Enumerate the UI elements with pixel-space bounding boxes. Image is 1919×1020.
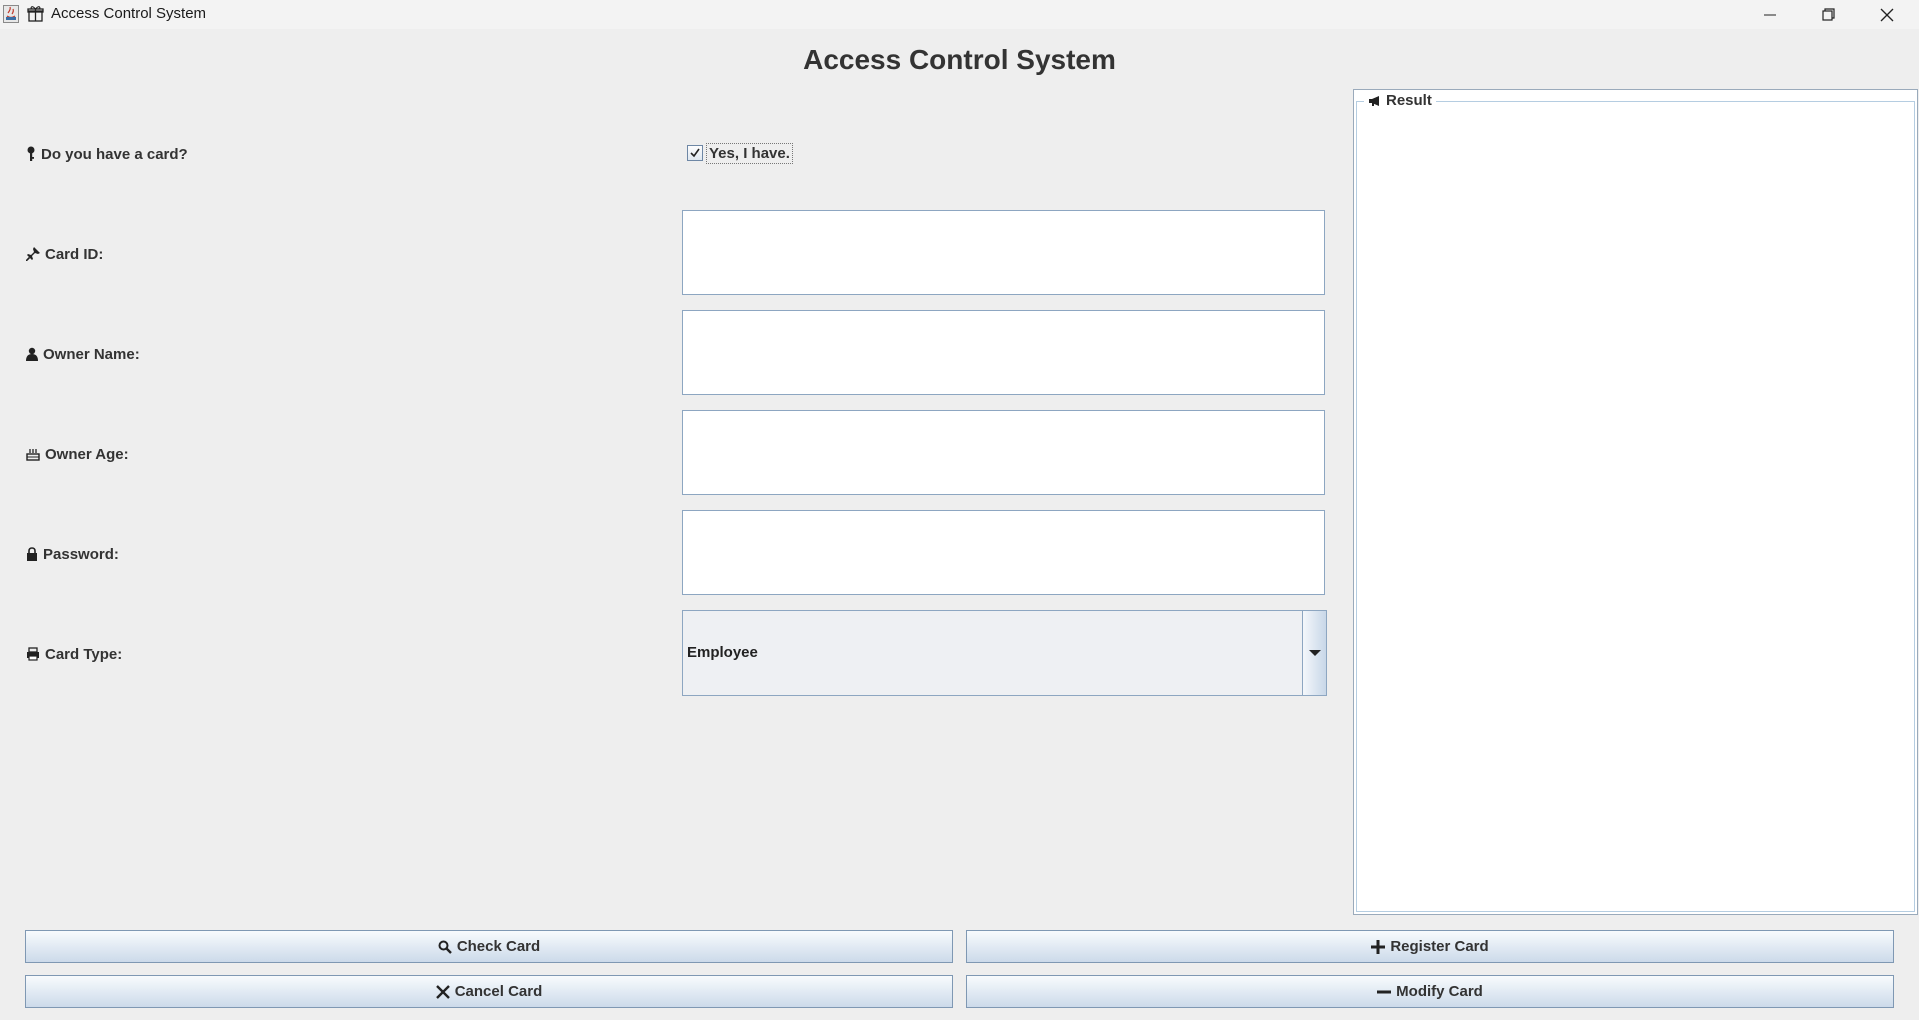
- minus-icon: [1377, 990, 1392, 993]
- pin-icon: [26, 247, 40, 261]
- lock-icon: [27, 547, 37, 561]
- card-type-label-text: Card Type:: [45, 645, 123, 663]
- result-title-text: Result: [1386, 92, 1432, 109]
- register-card-label: Register Card: [1390, 938, 1489, 955]
- restore-icon: [1821, 8, 1835, 21]
- check-card-button[interactable]: Check Card: [25, 930, 953, 963]
- card-type-select[interactable]: Employee: [682, 610, 1327, 696]
- key-icon: [27, 146, 35, 161]
- cancel-card-button[interactable]: Cancel Card: [25, 975, 953, 1008]
- owner-name-input[interactable]: [682, 310, 1325, 395]
- card-id-label: Card ID:: [26, 244, 103, 264]
- megaphone-icon: [1369, 95, 1379, 106]
- restore-button[interactable]: [1799, 0, 1857, 29]
- x-icon: [435, 984, 450, 999]
- owner-age-label-text: Owner Age:: [45, 445, 129, 463]
- has-card-label-text: Do you have a card?: [41, 145, 188, 163]
- window-titlebar[interactable]: Access Control System: [0, 0, 1919, 29]
- plus-icon: [1371, 939, 1386, 954]
- has-card-checkbox-label[interactable]: Yes, I have.: [706, 143, 793, 164]
- owner-name-label-text: Owner Name:: [43, 345, 140, 363]
- result-panel-title: Result: [1364, 92, 1436, 109]
- search-icon: [438, 940, 452, 954]
- card-type-label: Card Type:: [26, 644, 122, 664]
- modify-card-label: Modify Card: [1396, 983, 1483, 1000]
- checkmark-icon: [690, 148, 700, 158]
- java-app-icon: [3, 5, 19, 23]
- has-card-checkbox[interactable]: [687, 145, 703, 161]
- cancel-card-label: Cancel Card: [454, 983, 543, 1000]
- password-label: Password:: [26, 544, 119, 564]
- register-card-button[interactable]: Register Card: [966, 930, 1894, 963]
- owner-age-label: Owner Age:: [26, 444, 129, 464]
- minimize-button[interactable]: [1741, 0, 1799, 29]
- minimize-icon: [1764, 14, 1776, 15]
- page-title: Access Control System: [803, 44, 1116, 75]
- gift-icon: [27, 5, 45, 23]
- card-type-selected-value: Employee: [687, 644, 758, 661]
- result-panel: Result: [1353, 89, 1918, 915]
- owner-name-label: Owner Name:: [26, 344, 140, 364]
- check-card-label: Check Card: [456, 938, 541, 955]
- card-id-input[interactable]: [682, 210, 1325, 295]
- close-button[interactable]: [1858, 0, 1916, 29]
- card-id-label-text: Card ID:: [45, 245, 104, 263]
- window-title: Access Control System: [51, 5, 207, 22]
- card-type-dropdown-button[interactable]: [1302, 611, 1326, 695]
- close-icon: [1880, 8, 1894, 21]
- printer-icon: [27, 647, 39, 661]
- password-input[interactable]: [682, 510, 1325, 595]
- owner-age-input[interactable]: [682, 410, 1325, 495]
- result-area[interactable]: [1356, 101, 1915, 912]
- chevron-down-icon: [1308, 650, 1321, 656]
- has-card-label: Do you have a card?: [26, 144, 188, 164]
- modify-card-button[interactable]: Modify Card: [966, 975, 1894, 1008]
- person-icon: [26, 347, 38, 361]
- cake-icon: [26, 449, 40, 461]
- password-label-text: Password:: [43, 545, 119, 563]
